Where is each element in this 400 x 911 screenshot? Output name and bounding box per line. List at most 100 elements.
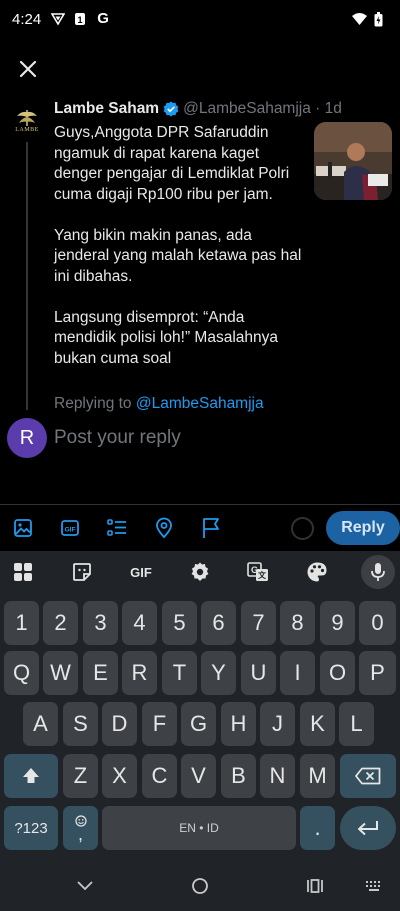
nav-back-button[interactable]	[75, 876, 95, 896]
tweet-paragraph: Langsung disemprot: “Anda mendidik polis…	[54, 308, 279, 367]
key-y[interactable]: Y	[201, 651, 236, 695]
tweet-text: Guys,Anggota DPR Safaruddin ngamuk di ra…	[54, 123, 304, 390]
emoji-comma-key[interactable]: ,	[63, 806, 98, 850]
key-8[interactable]: 8	[280, 601, 315, 645]
tweet-header: Lambe Saham @LambeSahamjja · 1d	[54, 100, 342, 118]
key-x[interactable]: X	[102, 754, 137, 798]
recents-icon	[307, 879, 323, 893]
period-key[interactable]: .	[300, 806, 335, 850]
keyboard: GIF G文 1 2 3 4 5 6 7 8 9 0 Q W E R T Y U…	[0, 551, 400, 860]
apps-grid-icon	[14, 563, 32, 581]
sticker-button[interactable]	[69, 559, 95, 585]
palette-icon	[307, 562, 327, 582]
key-c[interactable]: C	[142, 754, 177, 798]
key-h[interactable]: H	[221, 702, 256, 746]
nav-home-button[interactable]	[190, 876, 210, 896]
tweet-paragraph: Guys,Anggota DPR Safaruddin ngamuk di ra…	[54, 124, 290, 203]
key-a[interactable]: A	[23, 702, 58, 746]
add-image-button[interactable]	[12, 517, 34, 539]
key-7[interactable]: 7	[241, 601, 276, 645]
replying-to: Replying to @LambeSahamjja	[54, 395, 264, 413]
key-o[interactable]: O	[320, 651, 355, 695]
gif-icon: GIF	[61, 520, 79, 536]
key-g[interactable]: G	[181, 702, 216, 746]
replying-to-label: Replying to	[54, 395, 132, 412]
keyboard-settings-button[interactable]	[187, 559, 213, 585]
reply-button[interactable]: Reply	[326, 511, 400, 545]
comma-label: ,	[77, 824, 83, 844]
thread-line	[26, 142, 28, 410]
key-e[interactable]: E	[83, 651, 118, 695]
key-f[interactable]: F	[142, 702, 177, 746]
key-4[interactable]: 4	[122, 601, 157, 645]
key-s[interactable]: S	[63, 702, 98, 746]
author-name[interactable]: Lambe Saham	[54, 100, 159, 118]
back-icon	[77, 881, 93, 891]
key-3[interactable]: 3	[83, 601, 118, 645]
replying-to-handle-link[interactable]: @LambeSahamjja	[136, 395, 264, 412]
close-icon	[19, 60, 37, 83]
svg-text:GIF: GIF	[65, 527, 76, 534]
key-b[interactable]: B	[221, 754, 256, 798]
notification-icon: 1	[74, 12, 88, 26]
author-avatar-logo-text: LAMBE	[15, 127, 39, 133]
tweet-paragraph: Yang bikin makin panas, ada jenderal yan…	[54, 226, 302, 285]
apps-grid-button[interactable]	[10, 559, 36, 585]
keyboard-gif-button[interactable]: GIF	[126, 559, 156, 585]
key-z[interactable]: Z	[63, 754, 98, 798]
battery-icon	[374, 12, 388, 27]
add-flag-button[interactable]	[200, 517, 222, 539]
author-avatar[interactable]: LAMBE	[9, 103, 45, 139]
user-avatar[interactable]: R	[7, 418, 47, 458]
voice-input-button[interactable]	[361, 555, 395, 589]
add-gif-button[interactable]: GIF	[59, 517, 81, 539]
key-j[interactable]: J	[260, 702, 295, 746]
shift-icon	[23, 768, 39, 783]
shift-key[interactable]	[4, 754, 58, 798]
add-location-button[interactable]	[153, 517, 175, 539]
verified-badge-icon	[163, 101, 179, 117]
location-icon	[156, 517, 172, 539]
space-key[interactable]: EN • ID	[102, 806, 296, 850]
translate-icon: G文	[247, 562, 268, 581]
key-q[interactable]: Q	[4, 651, 39, 695]
keyboard-switch-icon	[366, 881, 380, 891]
close-button[interactable]	[14, 57, 42, 85]
key-m[interactable]: M	[300, 754, 335, 798]
reply-input[interactable]	[54, 424, 354, 452]
mic-icon	[371, 563, 385, 581]
lambe-logo-icon	[17, 110, 37, 126]
key-d[interactable]: D	[102, 702, 137, 746]
add-poll-button[interactable]	[106, 517, 128, 539]
key-5[interactable]: 5	[162, 601, 197, 645]
enter-key[interactable]	[340, 806, 396, 850]
key-i[interactable]: I	[280, 651, 315, 695]
key-u[interactable]: U	[241, 651, 276, 695]
key-6[interactable]: 6	[201, 601, 236, 645]
key-0[interactable]: 0	[359, 601, 396, 645]
key-p[interactable]: P	[359, 651, 396, 695]
vpn-icon	[50, 12, 66, 26]
key-9[interactable]: 9	[320, 601, 355, 645]
key-n[interactable]: N	[260, 754, 295, 798]
status-time: 4:24	[12, 10, 42, 28]
keyboard-switch-button[interactable]	[364, 876, 384, 896]
key-t[interactable]: T	[162, 651, 197, 695]
keyboard-toolbar: GIF G文	[0, 551, 400, 593]
symbols-key[interactable]: ?123	[4, 806, 58, 850]
key-1[interactable]: 1	[4, 601, 39, 645]
tweet-media-thumbnail[interactable]	[314, 122, 392, 200]
key-l[interactable]: L	[339, 702, 374, 746]
translate-button[interactable]: G文	[245, 559, 271, 585]
key-v[interactable]: V	[181, 754, 216, 798]
key-w[interactable]: W	[43, 651, 78, 695]
nav-recents-button[interactable]	[305, 876, 325, 896]
key-r[interactable]: R	[122, 651, 157, 695]
character-count-ring	[291, 517, 314, 540]
theme-button[interactable]	[304, 559, 330, 585]
key-2[interactable]: 2	[43, 601, 78, 645]
sticker-icon	[73, 563, 91, 581]
backspace-key[interactable]	[340, 754, 396, 798]
key-k[interactable]: K	[300, 702, 335, 746]
svg-text:1: 1	[78, 15, 83, 25]
